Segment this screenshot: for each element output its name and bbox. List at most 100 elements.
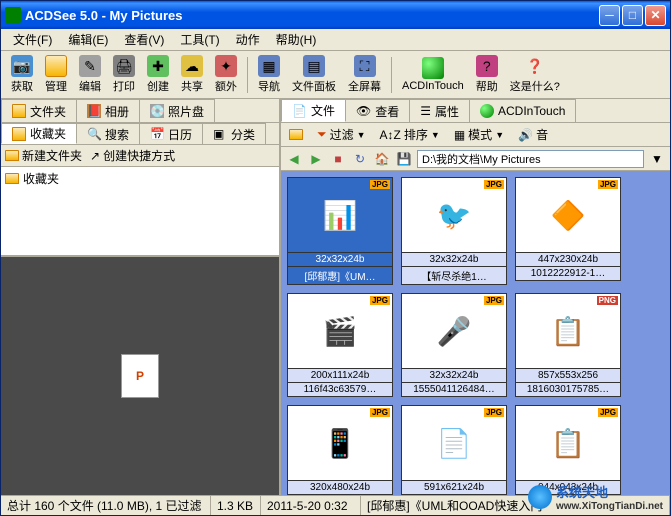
thumb-dims: 32x32x24b (401, 253, 507, 267)
tab-photodisk[interactable]: 💿照片盘 (139, 99, 215, 122)
tab-favorites[interactable]: 收藏夹 (1, 123, 77, 144)
thumb-image: JPG📋 (515, 405, 621, 481)
share-button[interactable]: ☁共享 (175, 53, 209, 96)
thumb-image: JPG🐦 (401, 177, 507, 253)
preview-pane[interactable]: P (1, 257, 279, 495)
thumb-image: JPG📊 (287, 177, 393, 253)
mode-button[interactable]: ▦模式▼ (450, 125, 508, 144)
fullscreen-button[interactable]: ⛶全屏幕 (342, 53, 387, 96)
menu-action[interactable]: 动作 (228, 29, 268, 50)
thumb-filename: [邱郁惠]《UM… (287, 267, 393, 285)
newfolder-icon (5, 150, 19, 161)
watermark: 系统天地 www.XiTongTianDi.net (528, 482, 663, 512)
watermark-icon (528, 485, 552, 509)
manage-button[interactable]: 管理 (39, 53, 73, 96)
thumb-filename: 1816030175785… (515, 383, 621, 397)
favorite-item[interactable]: 收藏夹 (3, 169, 277, 188)
minimize-button[interactable]: ─ (599, 5, 620, 26)
thumb-filename: 1012222912-1… (515, 267, 621, 281)
format-badge: JPG (598, 180, 618, 189)
favorites-list[interactable]: 收藏夹 (1, 167, 279, 257)
tab-files[interactable]: 📄文件 (281, 99, 346, 122)
titlebar[interactable]: ACDSee 5.0 - My Pictures ─ □ ✕ (1, 1, 670, 29)
whatsthis-button[interactable]: ❓这是什么? (504, 53, 566, 96)
edit-button[interactable]: ✎编辑 (73, 53, 107, 96)
path-dropdown[interactable]: ▼ (648, 150, 666, 168)
watermark-text1: 系统天地 (556, 482, 663, 501)
left-pane: 文件夹 📕相册 💿照片盘 收藏夹 🔍搜索 📅日历 ▣分类 新建文件夹 ↗创建快捷… (1, 99, 281, 495)
window-title: ACDSee 5.0 - My Pictures (25, 8, 599, 23)
thumbnail-item[interactable]: JPG🐦32x32x24b【斩尽杀绝1… (401, 177, 507, 285)
extra-button[interactable]: ✦额外 (209, 53, 243, 96)
menu-tools[interactable]: 工具(T) (172, 29, 227, 50)
thumb-dims: 32x32x24b (287, 253, 393, 267)
tab-view[interactable]: 👁查看 (345, 99, 410, 122)
thumb-image: PNG📋 (515, 293, 621, 369)
print-button[interactable]: 🖨打印 (107, 53, 141, 96)
create-button[interactable]: ✚创建 (141, 53, 175, 96)
thumb-dims: 200x111x24b (287, 369, 393, 383)
shortcut-button[interactable]: ↗创建快捷方式 (90, 147, 175, 164)
path-input[interactable] (417, 150, 644, 168)
thumb-image: JPG🎬 (287, 293, 393, 369)
thumbnail-item[interactable]: JPG📄591x621x24b (401, 405, 507, 495)
forward-button[interactable]: ▶ (307, 150, 325, 168)
left-tabs-upper: 文件夹 📕相册 💿照片盘 (1, 99, 279, 123)
filter-bar: ⏷过滤▼ A↕Z排序▼ ▦模式▼ 🔊音 (281, 123, 670, 147)
thumb-filename: 116f43c63579… (287, 383, 393, 397)
help-button[interactable]: ?帮助 (470, 53, 504, 96)
thumbnail-item[interactable]: JPG📱320x480x24b (287, 405, 393, 495)
view-icon: 👁 (356, 104, 371, 118)
thumbnail-area[interactable]: JPG📊32x32x24b[邱郁惠]《UM…JPG🐦32x32x24b【斩尽杀绝… (281, 171, 670, 495)
menu-file[interactable]: 文件(F) (5, 29, 60, 50)
menu-view[interactable]: 查看(V) (116, 29, 172, 50)
maximize-button[interactable]: □ (622, 5, 643, 26)
format-badge: JPG (598, 408, 618, 417)
thumbnail-item[interactable]: JPG🔶447x230x24b1012222912-1… (515, 177, 621, 285)
calendar-icon: 📅 (150, 127, 164, 141)
format-badge: JPG (370, 296, 390, 305)
thumbnail-item[interactable]: JPG🎬200x111x24b116f43c63579… (287, 293, 393, 397)
favorites-icon (12, 127, 26, 141)
menu-edit[interactable]: 编辑(E) (60, 29, 116, 50)
sound-button[interactable]: 🔊音 (514, 125, 552, 144)
format-badge: PNG (597, 296, 618, 305)
folder-icon (5, 173, 19, 184)
close-button[interactable]: ✕ (645, 5, 666, 26)
intouch-button[interactable]: ACDInTouch (396, 55, 470, 94)
folder-up-icon (289, 129, 303, 140)
back-button[interactable]: ◀ (285, 150, 303, 168)
categories-icon: ▣ (213, 127, 227, 141)
separator (247, 57, 248, 93)
tab-properties[interactable]: ☰属性 (409, 99, 470, 122)
tab-albums[interactable]: 📕相册 (76, 99, 140, 122)
stop-button[interactable]: ■ (329, 150, 347, 168)
thumbnail-item[interactable]: JPG📊32x32x24b[邱郁惠]《UM… (287, 177, 393, 285)
format-badge: JPG (370, 408, 390, 417)
thumbnail-item[interactable]: PNG📋857x553x2561816030175785… (515, 293, 621, 397)
status-total: 总计 160 个文件 (11.0 MB), 1 已过滤 (1, 496, 211, 515)
tab-intouch[interactable]: ACDInTouch (469, 99, 576, 122)
newfolder-button[interactable]: 新建文件夹 (5, 147, 82, 164)
filepanel-button[interactable]: ▤文件面板 (286, 53, 342, 96)
main-toolbar: 📷获取 管理 ✎编辑 🖨打印 ✚创建 ☁共享 ✦额外 ▦导航 ▤文件面板 ⛶全屏… (1, 51, 670, 99)
menu-help[interactable]: 帮助(H) (268, 29, 325, 50)
thumbnail-item[interactable]: JPG🎤32x32x24b1555041126484… (401, 293, 507, 397)
nav-button[interactable]: ▦导航 (252, 53, 286, 96)
thumb-filename: 【斩尽杀绝1… (401, 267, 507, 285)
acquire-button[interactable]: 📷获取 (5, 53, 39, 96)
disk-icon: 💿 (150, 104, 164, 118)
sort-button[interactable]: A↕Z排序▼ (376, 125, 444, 144)
filter-button[interactable]: ⏷过滤▼ (313, 125, 370, 144)
path-bar: ◀ ▶ ■ ↻ 🏠 💾 ▼ (281, 147, 670, 171)
app-icon (5, 7, 21, 23)
tab-search[interactable]: 🔍搜索 (76, 123, 140, 144)
drive-button[interactable]: 💾 (395, 150, 413, 168)
left-tabs-lower: 收藏夹 🔍搜索 📅日历 ▣分类 (1, 123, 279, 145)
home-button[interactable]: 🏠 (373, 150, 391, 168)
up-button[interactable] (285, 128, 307, 141)
tab-calendar[interactable]: 📅日历 (139, 123, 203, 144)
tab-categories[interactable]: ▣分类 (202, 123, 266, 144)
refresh-button[interactable]: ↻ (351, 150, 369, 168)
tab-folders[interactable]: 文件夹 (1, 99, 77, 122)
